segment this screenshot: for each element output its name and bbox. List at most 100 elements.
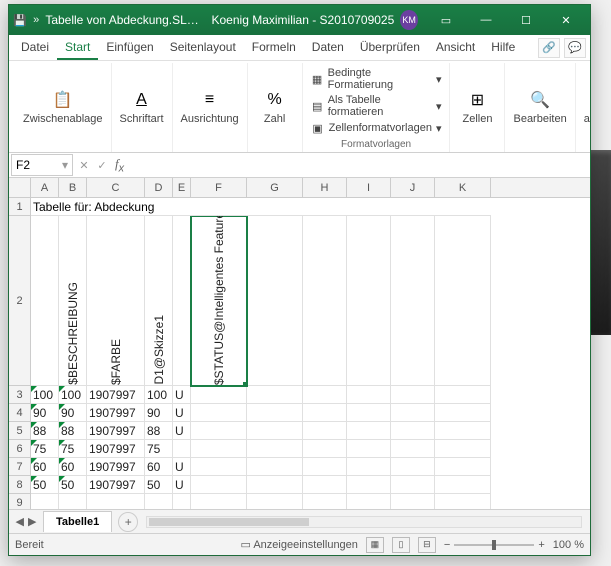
cell[interactable]: 88	[145, 422, 173, 440]
row-head[interactable]: 7	[9, 458, 31, 476]
cell[interactable]: U	[173, 404, 191, 422]
cell[interactable]: 1907997	[87, 386, 145, 404]
cancel-icon[interactable]: ✕	[75, 154, 93, 176]
cell[interactable]	[435, 216, 491, 386]
cell[interactable]: 100	[31, 386, 59, 404]
cell[interactable]	[347, 458, 391, 476]
tab-formeln[interactable]: Formeln	[244, 36, 304, 60]
cell[interactable]: 90	[31, 404, 59, 422]
cell[interactable]	[303, 422, 347, 440]
col-head[interactable]: C	[87, 178, 145, 197]
cell[interactable]	[191, 422, 247, 440]
cell[interactable]	[31, 494, 59, 509]
add-sheet-button[interactable]: +	[118, 512, 138, 532]
cell[interactable]	[303, 458, 347, 476]
cell[interactable]	[303, 386, 347, 404]
cell[interactable]	[173, 216, 191, 386]
row-head[interactable]: 6	[9, 440, 31, 458]
cell[interactable]: 60	[31, 458, 59, 476]
col-head[interactable]: K	[435, 178, 491, 197]
tab-überprüfen[interactable]: Überprüfen	[352, 36, 428, 60]
cell[interactable]	[145, 494, 173, 509]
cell[interactable]	[391, 216, 435, 386]
cell[interactable]: $BESCHREIBUNG	[59, 216, 87, 386]
fx-icon[interactable]: fx	[111, 156, 128, 175]
spreadsheet-grid[interactable]: ABCDEFGHIJK 12345678910 Tabelle für: Abd…	[9, 178, 590, 509]
font-button[interactable]: ASchriftart	[118, 87, 166, 127]
cell[interactable]	[59, 494, 87, 509]
cell[interactable]	[303, 216, 347, 386]
select-all-corner[interactable]	[9, 178, 31, 197]
cell[interactable]: 1907997	[87, 404, 145, 422]
tab-daten[interactable]: Daten	[304, 36, 352, 60]
cell-styles-button[interactable]: ▣Zellenformatvorlagen▾	[309, 120, 444, 136]
cell[interactable]	[247, 458, 303, 476]
sheet-nav[interactable]: ◀▶	[9, 515, 43, 528]
cell[interactable]: 1907997	[87, 422, 145, 440]
cell[interactable]: 50	[145, 476, 173, 494]
cell[interactable]	[435, 476, 491, 494]
ribbon-options-icon[interactable]: ▭	[426, 5, 466, 35]
cell[interactable]	[191, 440, 247, 458]
formula-input[interactable]	[128, 154, 590, 176]
cell[interactable]: U	[173, 458, 191, 476]
cell[interactable]	[347, 440, 391, 458]
cell[interactable]: 88	[59, 422, 87, 440]
tab-start[interactable]: Start	[57, 36, 98, 60]
align-button[interactable]: ≡Ausrichtung	[179, 87, 241, 127]
cell[interactable]	[247, 216, 303, 386]
cell[interactable]	[247, 494, 303, 509]
cell[interactable]	[247, 422, 303, 440]
cell[interactable]	[391, 440, 435, 458]
analyze-button[interactable]: ⚡Daten analysieren	[582, 75, 590, 127]
cell[interactable]: 100	[59, 386, 87, 404]
zoom-level[interactable]: 100 %	[553, 539, 584, 551]
col-head[interactable]: E	[173, 178, 191, 197]
cell[interactable]	[435, 386, 491, 404]
cell-a1[interactable]: Tabelle für: Abdeckung	[31, 198, 491, 216]
cells-button[interactable]: ⊞Zellen	[456, 87, 498, 127]
cell[interactable]: 75	[59, 440, 87, 458]
cell[interactable]	[391, 404, 435, 422]
autosave-icon[interactable]: 💾	[13, 12, 27, 28]
cell[interactable]	[391, 386, 435, 404]
cell[interactable]	[435, 422, 491, 440]
maximize-button[interactable]: ☐	[506, 5, 546, 35]
col-head[interactable]: J	[391, 178, 435, 197]
cell[interactable]	[391, 422, 435, 440]
clipboard-button[interactable]: 📋Zwischenablage	[21, 87, 105, 127]
cell[interactable]	[173, 494, 191, 509]
row-head[interactable]: 2	[9, 216, 31, 386]
name-box[interactable]: F2▾	[11, 154, 73, 176]
cell[interactable]	[191, 458, 247, 476]
cell[interactable]: $FARBE	[87, 216, 145, 386]
cell[interactable]	[247, 476, 303, 494]
page-break-icon[interactable]: ⊟	[418, 537, 436, 553]
cell[interactable]: 75	[31, 440, 59, 458]
cell[interactable]	[347, 476, 391, 494]
col-head[interactable]: F	[191, 178, 247, 197]
col-head[interactable]: H	[303, 178, 347, 197]
cell[interactable]: U	[173, 476, 191, 494]
display-settings[interactable]: ▭ Anzeigeeinstellungen	[240, 538, 357, 551]
cell[interactable]: 90	[59, 404, 87, 422]
comments-icon[interactable]: 💬	[564, 38, 586, 58]
cell[interactable]	[347, 494, 391, 509]
cell[interactable]	[391, 494, 435, 509]
number-button[interactable]: %Zahl	[254, 87, 296, 127]
cell[interactable]: 1907997	[87, 458, 145, 476]
cell[interactable]: 88	[31, 422, 59, 440]
cell[interactable]	[247, 440, 303, 458]
sheet-tab[interactable]: Tabelle1	[43, 511, 112, 532]
cell[interactable]	[435, 494, 491, 509]
cell[interactable]	[435, 458, 491, 476]
tab-einfügen[interactable]: Einfügen	[98, 36, 161, 60]
close-button[interactable]: ✕	[546, 5, 586, 35]
row-head[interactable]: 9	[9, 494, 31, 509]
cell[interactable]	[87, 494, 145, 509]
minimize-button[interactable]: —	[466, 5, 506, 35]
col-head[interactable]: B	[59, 178, 87, 197]
cell[interactable]	[247, 386, 303, 404]
row-head[interactable]: 8	[9, 476, 31, 494]
cell[interactable]	[303, 476, 347, 494]
